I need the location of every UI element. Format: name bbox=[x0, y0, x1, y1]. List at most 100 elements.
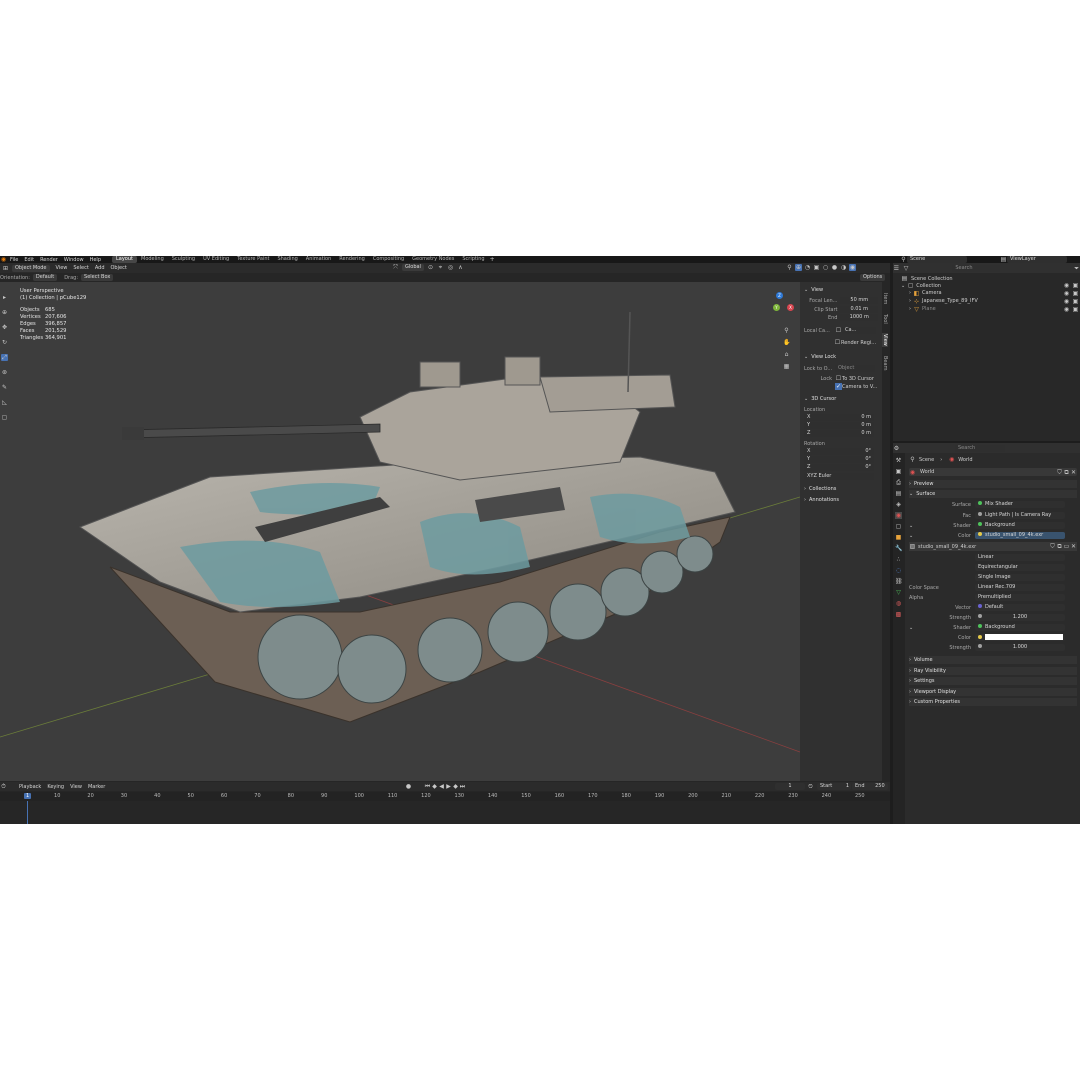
local-camera-field[interactable]: Ca... bbox=[842, 327, 876, 334]
world-datablock[interactable]: ◉ World ⛉ ⧉ ✕ bbox=[909, 468, 1077, 476]
funnel-icon[interactable]: ⏷ bbox=[1073, 265, 1080, 272]
visibility-icon[interactable]: ⚲ bbox=[786, 264, 793, 271]
outliner-item[interactable]: › ◧ Camera ◉ ▣ bbox=[909, 289, 1079, 297]
viewport-menu-select[interactable]: Select bbox=[70, 265, 91, 271]
color2-swatch[interactable] bbox=[975, 634, 1065, 641]
n-tab-beam[interactable]: Beam bbox=[882, 355, 888, 371]
to-cursor-checkbox-icon[interactable]: ☐ bbox=[835, 375, 842, 382]
scene-selector[interactable]: ⚲ Scene bbox=[900, 256, 967, 263]
orientation-dropdown[interactable]: Default bbox=[32, 274, 58, 281]
preview-panel-header[interactable]: › Preview bbox=[909, 480, 1077, 488]
colorspace-dropdown[interactable]: Linear Rec.709 bbox=[975, 584, 1065, 591]
view-section-header[interactable]: ⌄ View bbox=[804, 287, 878, 293]
frame-ruler[interactable]: 1 10 20 30 40 50 60 70 80 90 100 110 120 130 140 150 160… bbox=[0, 792, 890, 801]
tab-layout[interactable]: Layout bbox=[112, 256, 137, 263]
rotation-x-field[interactable]: X 0° bbox=[804, 448, 874, 455]
scene-tab-icon[interactable]: ◈ bbox=[895, 501, 902, 508]
visibility-eye-icon[interactable]: ◉ bbox=[1063, 298, 1070, 305]
surface-panel-header[interactable]: ⌄ Surface bbox=[909, 490, 1077, 498]
collection-tab-icon[interactable]: ▢ bbox=[895, 523, 902, 530]
timeline-menu-marker[interactable]: Marker bbox=[85, 784, 108, 790]
rotation-mode-dropdown[interactable]: XYZ Euler bbox=[804, 473, 874, 480]
camera-to-view-checkbox-icon[interactable]: ✓ bbox=[835, 383, 842, 390]
tab-scripting[interactable]: Scripting bbox=[458, 256, 488, 263]
properties-search[interactable]: Search bbox=[955, 444, 1005, 452]
shader1-field[interactable]: Background bbox=[975, 522, 1065, 529]
3d-viewport[interactable]: User Perspective (1) Collection | pCube1… bbox=[0, 282, 800, 781]
tab-modeling[interactable]: Modeling bbox=[137, 256, 168, 263]
editor-type-icon[interactable]: ⊞ bbox=[2, 265, 9, 272]
strength1-field[interactable]: 1.200 bbox=[975, 614, 1065, 621]
open-file-icon[interactable]: ▭ bbox=[1063, 543, 1070, 550]
prev-keyframe-icon[interactable]: ◆ bbox=[431, 783, 438, 790]
menu-render[interactable]: Render bbox=[37, 257, 61, 263]
options-button[interactable]: Options bbox=[860, 274, 886, 281]
current-frame-marker[interactable]: 1 bbox=[24, 793, 32, 799]
camera-render-icon[interactable]: ▣ bbox=[1072, 282, 1079, 289]
viewport-menu-object[interactable]: Object bbox=[108, 265, 130, 271]
cursor-tool-icon[interactable]: ⊕ bbox=[1, 309, 8, 316]
n-tab-view[interactable]: View bbox=[882, 333, 888, 347]
menu-window[interactable]: Window bbox=[61, 257, 87, 263]
render-region-checkbox-icon[interactable]: ☐ bbox=[834, 339, 841, 346]
tab-sculpting[interactable]: Sculpting bbox=[168, 256, 199, 263]
interpolation-dropdown[interactable]: Linear bbox=[975, 554, 1065, 561]
start-frame-field[interactable]: Start 1 bbox=[817, 783, 851, 790]
visibility-eye-icon[interactable]: ◉ bbox=[1063, 282, 1070, 289]
pan-hand-icon[interactable]: ✋ bbox=[783, 339, 790, 346]
current-frame-field[interactable]: 1 bbox=[775, 783, 805, 790]
outliner-item[interactable]: › ⊹ Japanese_Type_89_IFV ◉ ▣ bbox=[909, 297, 1079, 305]
particles-tab-icon[interactable]: ∴ bbox=[895, 556, 902, 563]
visibility-eye-icon[interactable]: ◉ bbox=[1063, 306, 1070, 313]
annotate-tool-icon[interactable]: ✎ bbox=[1, 384, 8, 391]
alpha-dropdown[interactable]: Premultiplied bbox=[975, 594, 1065, 601]
z-axis-handle[interactable]: Z bbox=[776, 292, 783, 299]
rotate-tool-icon[interactable]: ↻ bbox=[1, 339, 8, 346]
collection-row[interactable]: ⌄ ▢ Collection ◉ ▣ bbox=[901, 282, 1079, 289]
render-region-row[interactable]: ☐ Render Regi... bbox=[834, 339, 878, 346]
render-tab-icon[interactable]: ▣ bbox=[895, 468, 902, 475]
rendered-shading-icon[interactable]: ◉ bbox=[849, 264, 856, 271]
duplicate-icon[interactable]: ⧉ bbox=[1063, 469, 1070, 476]
world-name-field[interactable]: World bbox=[920, 469, 934, 475]
image-browse-icon[interactable]: ▨ bbox=[909, 543, 916, 550]
location-x-field[interactable]: X 0 m bbox=[804, 414, 874, 421]
duplicate-icon[interactable]: ⧉ bbox=[1056, 543, 1063, 550]
unlink-icon[interactable]: ✕ bbox=[1070, 543, 1077, 550]
select-tool-icon[interactable]: ▸ bbox=[1, 294, 8, 301]
scene-collection-row[interactable]: ▤ Scene Collection bbox=[901, 275, 953, 282]
transform-orientation-dropdown[interactable]: Global bbox=[402, 264, 424, 271]
wireframe-shading-icon[interactable]: ○ bbox=[822, 264, 829, 271]
camera-to-view-row[interactable]: ✓ Camera to V... bbox=[835, 383, 878, 390]
timeline-menu-keying[interactable]: Keying bbox=[44, 784, 67, 790]
strength2-field[interactable]: 1.000 bbox=[975, 644, 1065, 651]
image-name-field[interactable]: studio_small_09_4k.exr bbox=[918, 544, 976, 550]
collapsed-chevron-icon[interactable]: › bbox=[909, 306, 911, 312]
fake-user-icon[interactable]: ⛉ bbox=[1049, 543, 1056, 550]
panel-settings[interactable]: › Settings bbox=[909, 677, 1077, 686]
world-tab-icon[interactable]: ◉ bbox=[895, 512, 902, 519]
clip-start-field[interactable]: 0.01 m bbox=[840, 306, 878, 313]
outliner-editor-icon[interactable]: ☰ bbox=[893, 265, 900, 272]
rotation-z-field[interactable]: Z 0° bbox=[804, 464, 874, 471]
tab-texture-paint[interactable]: Texture Paint bbox=[233, 256, 273, 263]
properties-editor-icon[interactable]: ⚙ bbox=[893, 445, 900, 452]
tab-animation[interactable]: Animation bbox=[302, 256, 336, 263]
end-frame-field[interactable]: End 250 bbox=[852, 783, 888, 790]
add-workspace-icon[interactable]: + bbox=[489, 256, 496, 263]
modifier-tab-icon[interactable]: 🔧 bbox=[895, 545, 902, 552]
tab-compositing[interactable]: Compositing bbox=[369, 256, 408, 263]
view-layer-name[interactable]: ViewLayer bbox=[1007, 256, 1067, 263]
tab-geometry-nodes[interactable]: Geometry Nodes bbox=[408, 256, 458, 263]
ortho-toggle-icon[interactable]: ▦ bbox=[783, 363, 790, 370]
outliner-item[interactable]: › ▽ Plane ◉ ▣ bbox=[909, 305, 1079, 313]
drag-dropdown[interactable]: Select Box bbox=[81, 274, 114, 281]
add-cube-tool-icon[interactable]: ▢ bbox=[1, 414, 8, 421]
object-tab-icon[interactable]: ■ bbox=[895, 534, 902, 541]
xray-icon[interactable]: ▣ bbox=[813, 264, 820, 271]
location-z-field[interactable]: Z 0 m bbox=[804, 430, 874, 437]
panel-viewport-display[interactable]: › Viewport Display bbox=[909, 687, 1077, 696]
fac-field[interactable]: Light Path | Is Camera Ray bbox=[975, 512, 1065, 519]
jump-end-icon[interactable]: ⏭ bbox=[459, 783, 466, 790]
zoom-icon[interactable]: ⚲ bbox=[783, 327, 790, 334]
